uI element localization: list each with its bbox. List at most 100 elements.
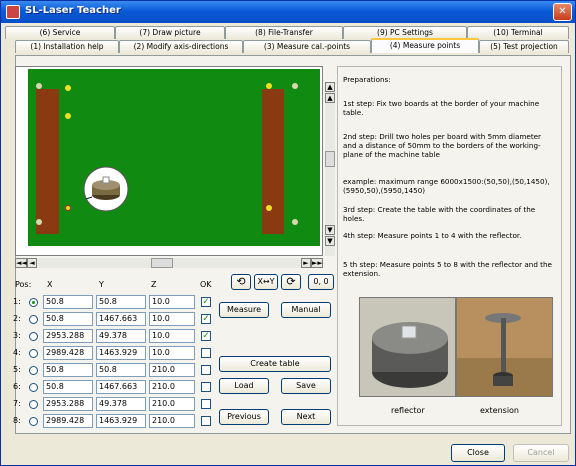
row-select-radio[interactable] bbox=[29, 417, 38, 426]
y-field[interactable]: 50.8 bbox=[96, 363, 146, 377]
row-label: 4: bbox=[13, 348, 21, 357]
ok-checkbox[interactable] bbox=[201, 365, 211, 375]
row-label: 7: bbox=[13, 399, 21, 408]
tab-modify-axis-directions[interactable]: (2) Modify axis-directions bbox=[119, 40, 243, 53]
scroll-right-button[interactable]: ► bbox=[301, 258, 311, 268]
header-x: X bbox=[47, 280, 53, 289]
x-field[interactable]: 2989.428 bbox=[43, 414, 93, 428]
row-select-radio[interactable] bbox=[29, 332, 38, 341]
scroll-up-button[interactable]: ▲ bbox=[325, 93, 335, 103]
instructions-example: example: maximum range 6000x1500:(50,50)… bbox=[343, 177, 550, 195]
y-field[interactable]: 50.8 bbox=[96, 295, 146, 309]
row-select-radio[interactable] bbox=[29, 383, 38, 392]
scroll-up-fast-button[interactable]: ▲ bbox=[325, 82, 335, 92]
scroll-last-button[interactable]: ►► bbox=[311, 258, 323, 268]
extension-photo-icon bbox=[457, 298, 552, 396]
ok-checkbox[interactable] bbox=[201, 399, 211, 409]
scroll-first-button[interactable]: ◄◄ bbox=[15, 258, 27, 268]
rotate-left-button[interactable]: ⟲ bbox=[231, 274, 251, 290]
window-close-button[interactable]: ✕ bbox=[553, 3, 572, 21]
x-field[interactable]: 50.8 bbox=[43, 312, 93, 326]
load-button[interactable]: Load bbox=[219, 378, 269, 394]
scroll-down-button[interactable]: ▼ bbox=[325, 225, 335, 235]
horizontal-scroll-thumb[interactable] bbox=[151, 258, 173, 268]
tab-draw-picture[interactable]: (7) Draw picture bbox=[115, 26, 225, 39]
right-board bbox=[262, 89, 284, 234]
x-field[interactable]: 50.8 bbox=[43, 380, 93, 394]
row-select-radio[interactable] bbox=[29, 298, 38, 307]
ok-checkbox[interactable]: ✓ bbox=[201, 297, 211, 307]
tab-file-transfer[interactable]: (8) File-Transfer bbox=[225, 26, 343, 39]
next-button[interactable]: Next bbox=[281, 409, 331, 425]
row-select-radio[interactable] bbox=[29, 315, 38, 324]
header-y: Y bbox=[99, 280, 104, 289]
swap-xy-button[interactable]: X↔Y bbox=[254, 274, 278, 290]
tab-measure-cal-points[interactable]: (3) Measure cal.-points bbox=[243, 40, 371, 53]
left-board bbox=[36, 89, 59, 234]
instructions-heading: Preparations: bbox=[343, 75, 391, 84]
reflector-caption: reflector bbox=[391, 406, 425, 415]
y-field[interactable]: 49.378 bbox=[96, 397, 146, 411]
y-field[interactable]: 1463.929 bbox=[96, 346, 146, 360]
y-field[interactable]: 1467.663 bbox=[96, 312, 146, 326]
row-label: 8: bbox=[13, 416, 21, 425]
measure-button[interactable]: Measure bbox=[219, 302, 269, 318]
z-field[interactable]: 210.0 bbox=[149, 397, 195, 411]
vertical-scroll-thumb[interactable] bbox=[325, 151, 335, 167]
instructions-step5: 5 th step: Measure points 5 to 8 with th… bbox=[343, 260, 552, 278]
x-field[interactable]: 2953.288 bbox=[43, 329, 93, 343]
z-field[interactable]: 210.0 bbox=[149, 380, 195, 394]
x-field[interactable]: 50.8 bbox=[43, 363, 93, 377]
manual-button[interactable]: Manual bbox=[281, 302, 331, 318]
rotate-right-button[interactable]: ⟳ bbox=[281, 274, 301, 290]
scroll-left-button[interactable]: ◄ bbox=[27, 258, 37, 268]
point-marker-3 bbox=[266, 205, 272, 211]
z-field[interactable]: 10.0 bbox=[149, 312, 195, 326]
x-field[interactable]: 2953.288 bbox=[43, 397, 93, 411]
tab-service[interactable]: (6) Service bbox=[5, 26, 115, 39]
z-field[interactable]: 10.0 bbox=[149, 329, 195, 343]
close-button[interactable]: Close bbox=[451, 444, 505, 462]
ok-checkbox[interactable]: ✓ bbox=[201, 331, 211, 341]
point-marker-8 bbox=[292, 83, 298, 89]
z-field[interactable]: 10.0 bbox=[149, 295, 195, 309]
header-z: Z bbox=[151, 280, 157, 289]
save-button[interactable]: Save bbox=[281, 378, 331, 394]
y-field[interactable]: 49.378 bbox=[96, 329, 146, 343]
scroll-down-fast-button[interactable]: ▼ bbox=[325, 236, 335, 246]
title-bar[interactable]: SL-Laser Teacher ✕ bbox=[1, 1, 575, 23]
cancel-button[interactable]: Cancel bbox=[513, 444, 569, 462]
ok-checkbox[interactable] bbox=[201, 416, 211, 426]
header-pos: Pos: bbox=[15, 280, 32, 289]
x-field[interactable]: 2989.428 bbox=[43, 346, 93, 360]
origin-button[interactable]: 0, 0 bbox=[308, 274, 334, 290]
tab-test-projection[interactable]: (5) Test projection bbox=[479, 40, 569, 53]
tab-measure-points[interactable]: (4) Measure points bbox=[371, 38, 479, 53]
window-title: SL-Laser Teacher bbox=[25, 5, 121, 16]
extension-photo bbox=[456, 297, 553, 397]
z-field[interactable]: 10.0 bbox=[149, 346, 195, 360]
app-icon bbox=[6, 5, 20, 19]
previous-button[interactable]: Previous bbox=[219, 409, 269, 425]
y-field[interactable]: 1463.929 bbox=[96, 414, 146, 428]
reflector-icon bbox=[83, 166, 129, 212]
point-marker-4 bbox=[266, 83, 272, 89]
z-field[interactable]: 210.0 bbox=[149, 363, 195, 377]
row-select-radio[interactable] bbox=[29, 400, 38, 409]
row-select-radio[interactable] bbox=[29, 366, 38, 375]
tab-installation-help[interactable]: (1) Installation help bbox=[15, 40, 119, 53]
point-marker-5 bbox=[36, 219, 42, 225]
y-field[interactable]: 1467.663 bbox=[96, 380, 146, 394]
reflector-photo-icon bbox=[360, 298, 455, 396]
ok-checkbox[interactable] bbox=[201, 382, 211, 392]
tab-terminal[interactable]: (10) Terminal bbox=[467, 26, 569, 39]
create-table-button[interactable]: Create table bbox=[219, 356, 331, 372]
row-label: 2: bbox=[13, 314, 21, 323]
row-label: 3: bbox=[13, 331, 21, 340]
row-select-radio[interactable] bbox=[29, 349, 38, 358]
z-field[interactable]: 210.0 bbox=[149, 414, 195, 428]
instructions-step2: 2nd step: Drill two holes per board with… bbox=[343, 132, 542, 159]
ok-checkbox[interactable]: ✓ bbox=[201, 314, 211, 324]
ok-checkbox[interactable] bbox=[201, 348, 211, 358]
x-field[interactable]: 50.8 bbox=[43, 295, 93, 309]
